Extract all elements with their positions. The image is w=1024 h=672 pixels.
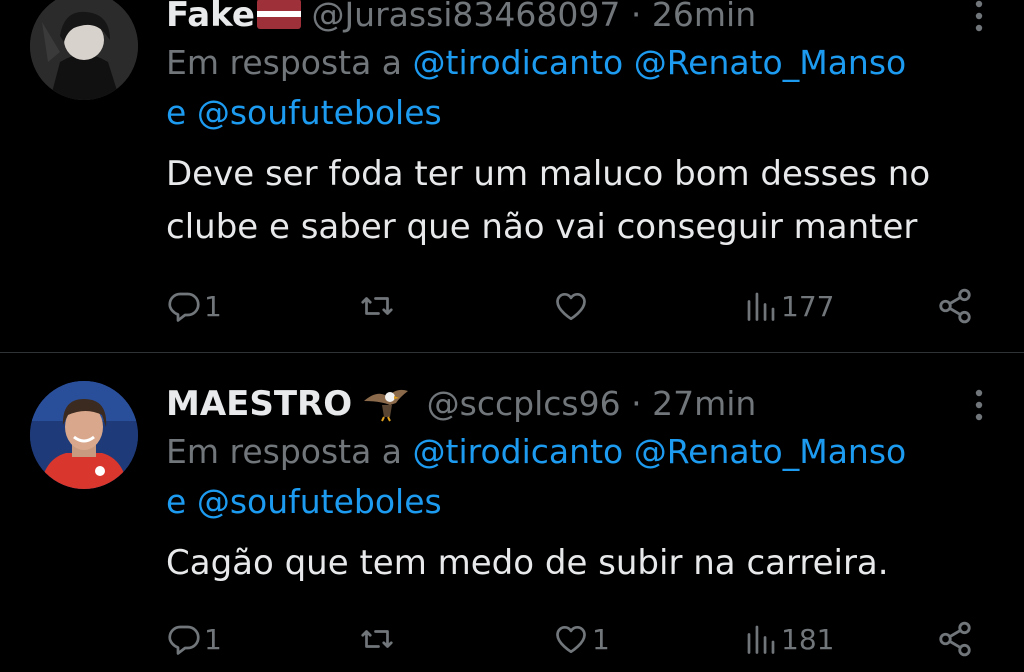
avatar[interactable] (30, 0, 138, 100)
action-bar: 1 1 181 (166, 619, 976, 659)
reply-icon (168, 292, 200, 322)
eagle-icon (364, 389, 409, 422)
handle[interactable]: @Jurassi83468097 (311, 0, 620, 34)
tweet-text: Cagão que tem medo de subir na carreira. (166, 543, 889, 583)
views-button[interactable]: 177 (743, 286, 834, 326)
view-count: 181 (781, 622, 835, 656)
reply-icon (168, 625, 200, 655)
views-icon (747, 625, 775, 654)
retweet-icon (361, 630, 393, 648)
timestamp[interactable]: 26min (652, 0, 756, 34)
reply-joiner: e (166, 93, 187, 132)
mention-link[interactable]: @soufuteboles (197, 93, 442, 132)
mention-link[interactable]: @tirodicanto (413, 43, 624, 82)
action-bar: 1 177 (166, 286, 976, 326)
like-count: 1 (592, 622, 610, 656)
tweet[interactable]: Fake @Jurassi83468097 · 26min Em respost… (0, 0, 1024, 352)
separator: · (631, 384, 642, 423)
like-button[interactable] (552, 286, 592, 326)
share-button[interactable] (936, 619, 974, 659)
reply-joiner: e (166, 482, 187, 521)
reply-prefix: Em resposta a (166, 43, 403, 82)
handle[interactable]: @sccplcs96 (427, 384, 621, 423)
reply-count: 1 (204, 622, 222, 656)
retweet-button[interactable] (358, 619, 398, 659)
heart-icon (556, 292, 586, 321)
share-icon (939, 288, 971, 324)
reply-count: 1 (204, 289, 222, 323)
display-name[interactable]: MAESTRO (166, 384, 352, 424)
reply-button[interactable]: 1 (166, 619, 222, 659)
more-options-icon[interactable] (964, 0, 994, 36)
tweet-text: Deve ser foda ter um maluco bom desses n… (166, 154, 931, 247)
more-options-icon[interactable] (964, 385, 994, 425)
reply-prefix: Em resposta a (166, 432, 403, 471)
share-button[interactable] (936, 286, 974, 326)
retweet-icon (361, 297, 393, 315)
tweet-header: MAESTRO @sccplcs96 · 27min (166, 381, 984, 427)
mention-link[interactable]: @soufuteboles (197, 482, 442, 521)
reply-button[interactable]: 1 (166, 286, 222, 326)
mention-link[interactable]: @Renato_Manso (634, 43, 907, 82)
reply-context: Em resposta a @tirodicanto @Renato_Manso… (166, 38, 984, 138)
tweet[interactable]: MAESTRO @sccplcs96 · 27min Em resposta a… (0, 353, 1024, 672)
display-name[interactable]: Fake (166, 0, 255, 35)
share-icon (939, 621, 971, 657)
mention-link[interactable]: @Renato_Manso (634, 432, 907, 471)
views-icon (747, 292, 775, 321)
tweet-header: Fake @Jurassi83468097 · 26min (166, 0, 984, 38)
retweet-button[interactable] (358, 286, 398, 326)
tweet-content: MAESTRO @sccplcs96 · 27min Em resposta a… (166, 381, 984, 590)
like-button[interactable]: 1 (552, 619, 610, 659)
reply-context: Em resposta a @tirodicanto @Renato_Manso… (166, 427, 984, 527)
timestamp[interactable]: 27min (652, 384, 756, 423)
separator: · (630, 0, 642, 34)
mention-link[interactable]: @tirodicanto (413, 432, 624, 471)
latvia-flag-icon (256, 0, 301, 29)
heart-icon (556, 625, 586, 654)
tweet-content: Fake @Jurassi83468097 · 26min Em respost… (166, 0, 984, 254)
avatar[interactable] (30, 381, 138, 489)
view-count: 177 (781, 289, 835, 323)
views-button[interactable]: 181 (743, 619, 834, 659)
